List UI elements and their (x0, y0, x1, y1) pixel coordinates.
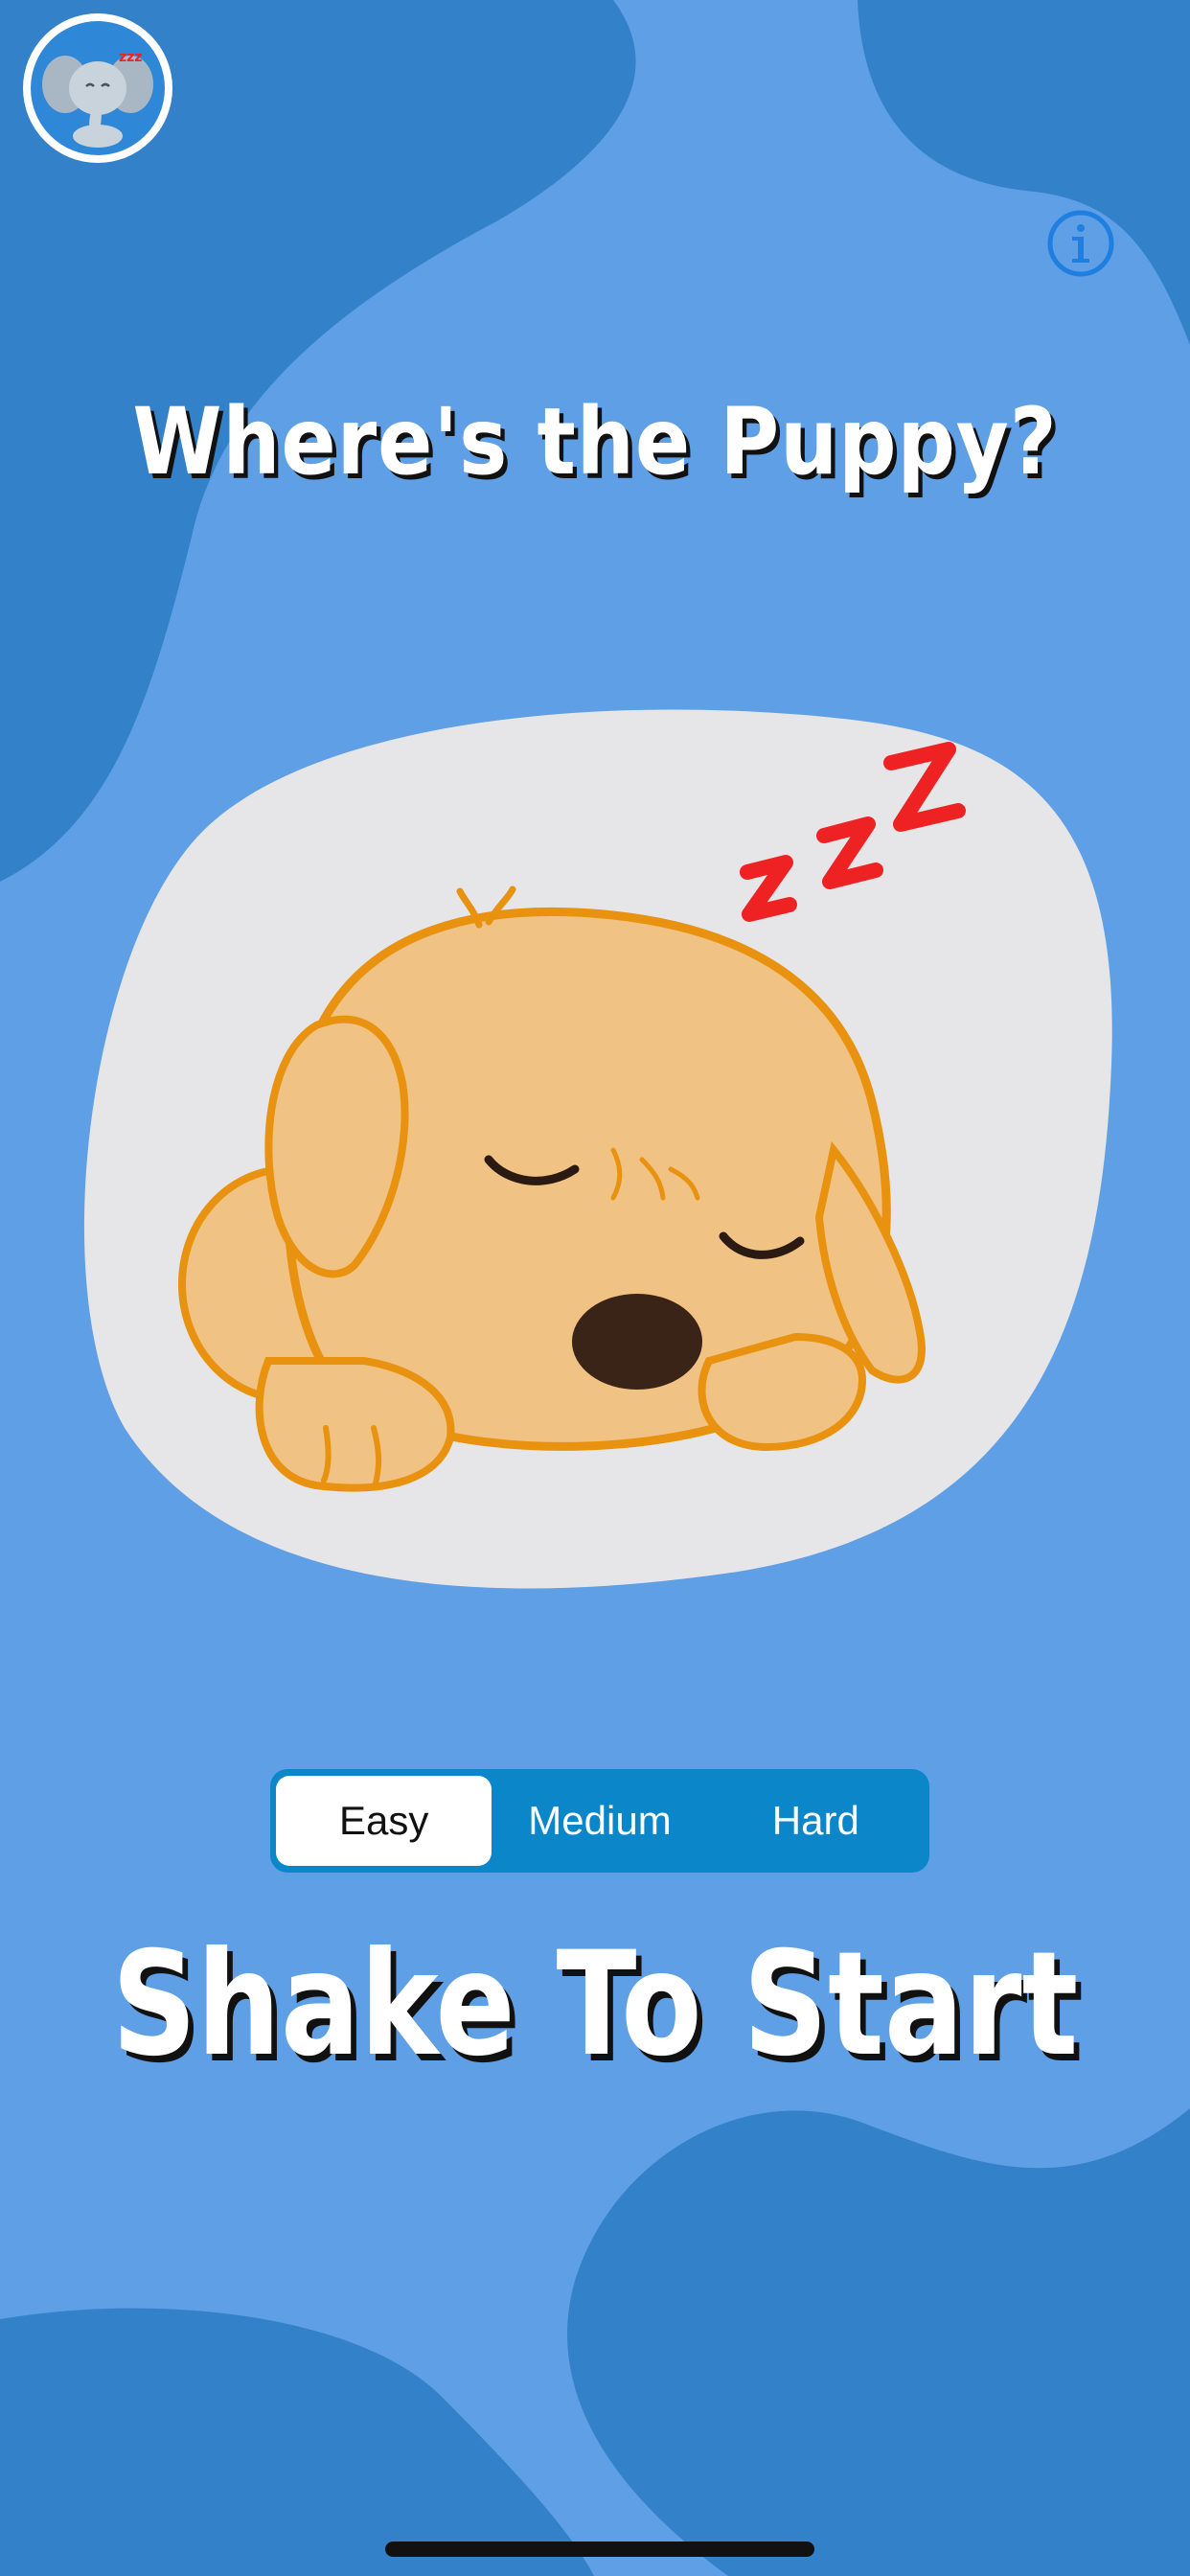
difficulty-option-medium[interactable]: Medium (492, 1776, 707, 1866)
info-icon (1047, 210, 1114, 277)
home-indicator[interactable] (385, 2542, 814, 2557)
difficulty-selector[interactable]: Easy Medium Hard (270, 1769, 929, 1873)
info-button[interactable] (1046, 209, 1115, 278)
svg-text:zzz: zzz (119, 50, 142, 65)
page-title: Where's the Puppy? (132, 388, 1058, 495)
elephant-logo-icon: zzz (31, 21, 165, 155)
difficulty-option-easy[interactable]: Easy (276, 1776, 492, 1866)
difficulty-option-hard[interactable]: Hard (708, 1776, 924, 1866)
sleeping-puppy-illustration (83, 709, 1112, 1589)
app-logo[interactable]: zzz (23, 13, 172, 163)
shake-to-start-label: Shake To Start (111, 1921, 1079, 2088)
